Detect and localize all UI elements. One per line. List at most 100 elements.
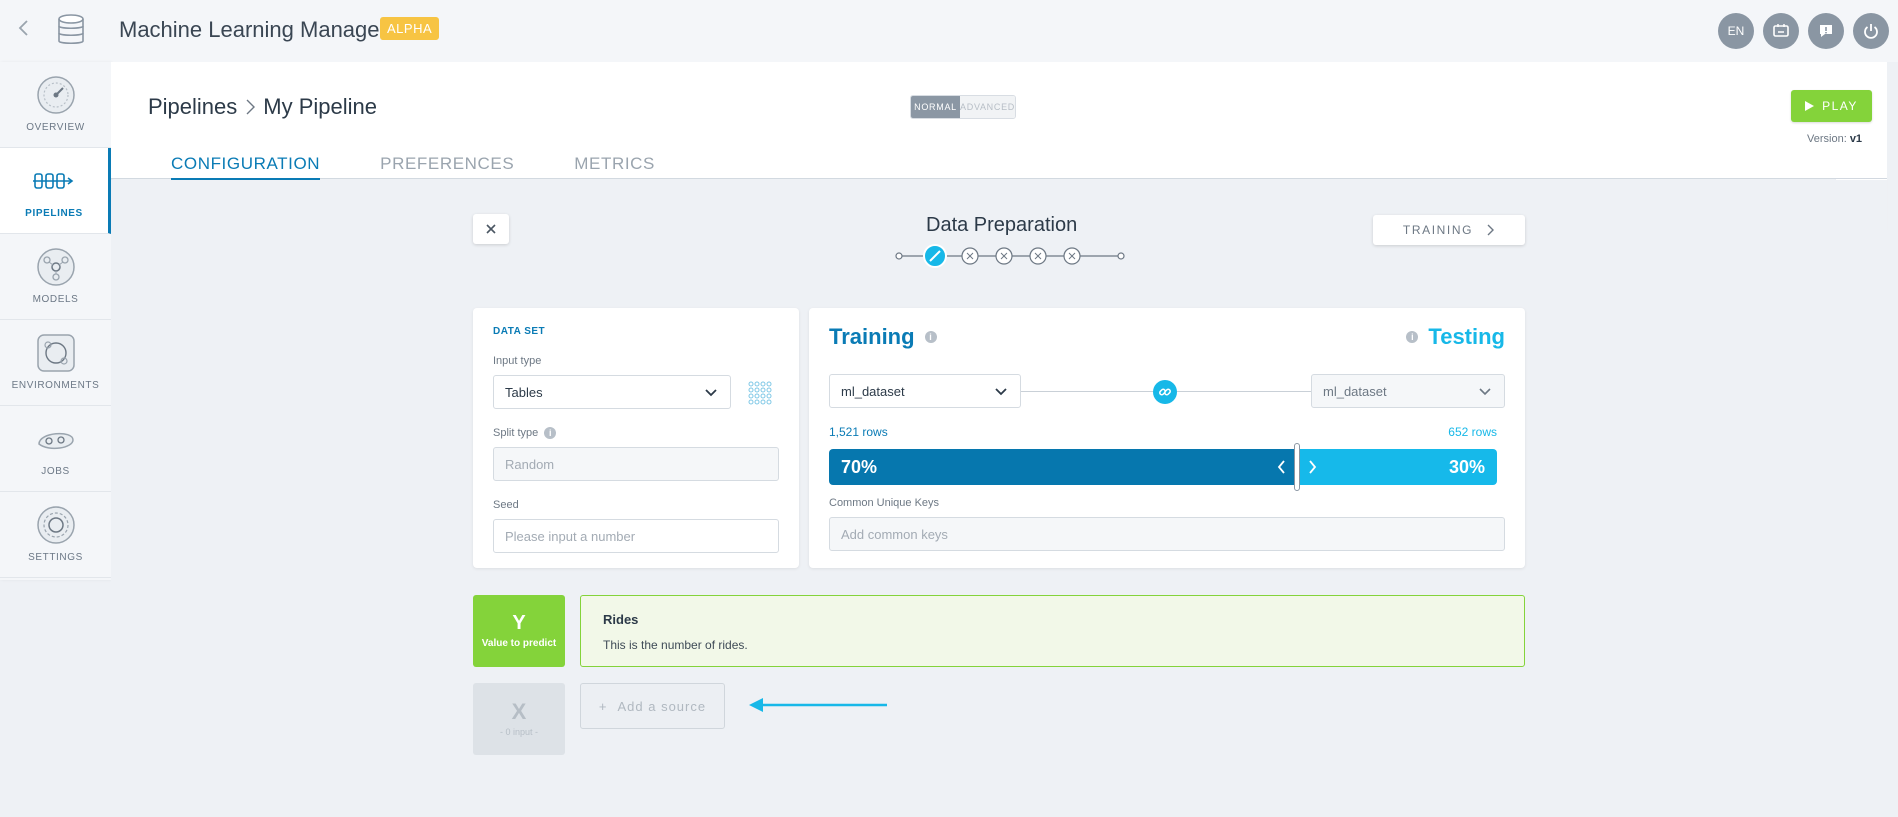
target-subtitle: Value to predict [481, 637, 557, 649]
step-pending-icon[interactable] [1063, 247, 1081, 265]
split-card: Training i i Testing ml_dataset ml_datas… [809, 308, 1525, 568]
target-letter: Y [512, 611, 526, 634]
link-datasets-button[interactable] [1153, 380, 1177, 404]
testing-portion: 30% [1297, 449, 1497, 485]
chevron-right-icon [246, 99, 256, 115]
app-title: Machine Learning Manager [119, 17, 387, 42]
seed-label: Seed [493, 499, 519, 511]
sidebar-item-label: JOBS [41, 466, 70, 477]
seed-input[interactable]: Please input a number [493, 519, 779, 553]
step-pending-icon[interactable] [995, 247, 1013, 265]
tab-configuration[interactable]: CONFIGURATION [171, 154, 321, 180]
target-name: Rides [603, 612, 639, 627]
common-keys-input[interactable]: Add common keys [829, 517, 1505, 551]
target-card[interactable]: Rides This is the number of rides. [580, 595, 1525, 667]
chevron-down-icon [705, 389, 717, 397]
next-step-label: TRAINING [1402, 223, 1474, 237]
mode-normal-button[interactable]: NORMAL [911, 96, 961, 118]
sidebar-item-label: PIPELINES [25, 208, 83, 219]
language-button[interactable]: EN [1718, 13, 1754, 49]
testing-title: Testing [1428, 324, 1505, 349]
sidebar-item-models[interactable]: MODELS [0, 234, 111, 320]
step-current-edit-icon[interactable] [923, 244, 947, 268]
tab-metrics[interactable]: METRICS [574, 154, 655, 180]
dataset-title: DATA SET [493, 326, 546, 337]
split-type-label: Split type [493, 427, 539, 439]
monitor-button[interactable] [1763, 13, 1799, 49]
add-source-button[interactable]: + Add a source [580, 683, 725, 729]
jobs-icon [37, 432, 74, 450]
gauge-icon [36, 76, 75, 114]
play-label: PLAY [1822, 99, 1858, 113]
power-button[interactable] [1853, 13, 1889, 49]
chevron-down-icon [1479, 388, 1491, 396]
version-info: Version: v1 [1807, 133, 1862, 145]
sidebar: OVERVIEW PIPELINES MODELS ENVIRONMENTS J… [0, 62, 111, 580]
info-icon[interactable]: i [1406, 331, 1419, 343]
sidebar-item-label: ENVIRONMENTS [11, 380, 100, 391]
input-count: - 0 input - [499, 727, 539, 737]
dataset-grid-icon[interactable] [747, 380, 775, 408]
breadcrumb-current: My Pipeline [263, 94, 377, 119]
training-title: Training [829, 324, 915, 349]
sidebar-item-jobs[interactable]: JOBS [0, 406, 111, 492]
sidebar-item-overview[interactable]: OVERVIEW [0, 62, 111, 148]
sidebar-item-environments[interactable]: ENVIRONMENTS [0, 320, 111, 406]
pointer-arrow-icon [749, 698, 887, 712]
training-portion: 70% [829, 449, 1297, 485]
feedback-button[interactable] [1808, 13, 1844, 49]
testing-rows: 652 rows [1448, 425, 1497, 439]
split-type-value: Random [505, 456, 555, 472]
add-source-label: Add a source [617, 698, 707, 714]
input-type-label: Input type [493, 355, 542, 367]
step-pending-icon[interactable] [1029, 247, 1047, 265]
step-pending-icon[interactable] [961, 247, 979, 265]
link-icon [1159, 388, 1171, 396]
close-button[interactable] [473, 214, 509, 244]
input-type-value: Tables [505, 384, 543, 400]
breadcrumb-root[interactable]: Pipelines [148, 94, 237, 120]
training-title-row: Training i [829, 324, 937, 350]
next-step-button[interactable]: TRAINING [1373, 215, 1525, 245]
back-icon[interactable] [14, 16, 34, 40]
dataset-card: DATA SET Input type Tables Split type i … [473, 308, 799, 568]
plus-icon: + [598, 698, 608, 714]
testing-percentage: 30% [1448, 456, 1485, 477]
testing-dataset-select[interactable]: ml_dataset [1311, 374, 1505, 408]
split-handle[interactable] [1294, 443, 1300, 491]
target-description: This is the number of rides. [603, 638, 748, 652]
training-dataset-value: ml_dataset [841, 383, 905, 399]
configuration-content: Data Preparation TRAINING DATA SET Input… [111, 180, 1887, 817]
version-value: v1 [1849, 133, 1863, 145]
chevron-left-icon[interactable] [1277, 460, 1287, 474]
split-ratio-slider[interactable]: 70% 30% [829, 449, 1497, 485]
play-button[interactable]: PLAY [1791, 90, 1872, 122]
version-label: Version: [1807, 133, 1847, 145]
chevron-down-icon [995, 388, 1007, 396]
settings-icon [36, 506, 75, 544]
seed-placeholder: Please input a number [505, 528, 636, 544]
sidebar-item-label: OVERVIEW [26, 122, 85, 133]
feedback-icon [1820, 25, 1832, 37]
split-type-field[interactable]: Random [493, 447, 779, 481]
sidebar-item-pipelines[interactable]: PIPELINES [0, 148, 111, 234]
close-icon [486, 224, 496, 234]
mode-advanced-button[interactable]: ADVANCED [960, 96, 1015, 118]
common-keys-placeholder: Add common keys [841, 526, 948, 542]
info-icon[interactable]: i [924, 331, 937, 343]
info-icon[interactable]: i [544, 427, 557, 439]
model-icon [36, 248, 75, 286]
database-logo-icon [58, 14, 84, 45]
target-variable-badge: Y Value to predict [473, 595, 565, 667]
tab-preferences[interactable]: PREFERENCES [380, 154, 514, 180]
top-bar: Machine Learning Manager ALPHA EN [0, 0, 1898, 62]
monitor-icon [1773, 24, 1789, 37]
input-variables-badge: X - 0 input - [473, 683, 565, 755]
training-dataset-select[interactable]: ml_dataset [829, 374, 1021, 408]
sidebar-item-settings[interactable]: SETTINGS [0, 492, 111, 578]
pipeline-icon [33, 173, 74, 189]
testing-title-row: i Testing [1406, 324, 1505, 350]
input-type-select[interactable]: Tables [493, 375, 731, 409]
play-icon [1805, 101, 1815, 111]
chevron-right-icon[interactable] [1307, 460, 1317, 474]
